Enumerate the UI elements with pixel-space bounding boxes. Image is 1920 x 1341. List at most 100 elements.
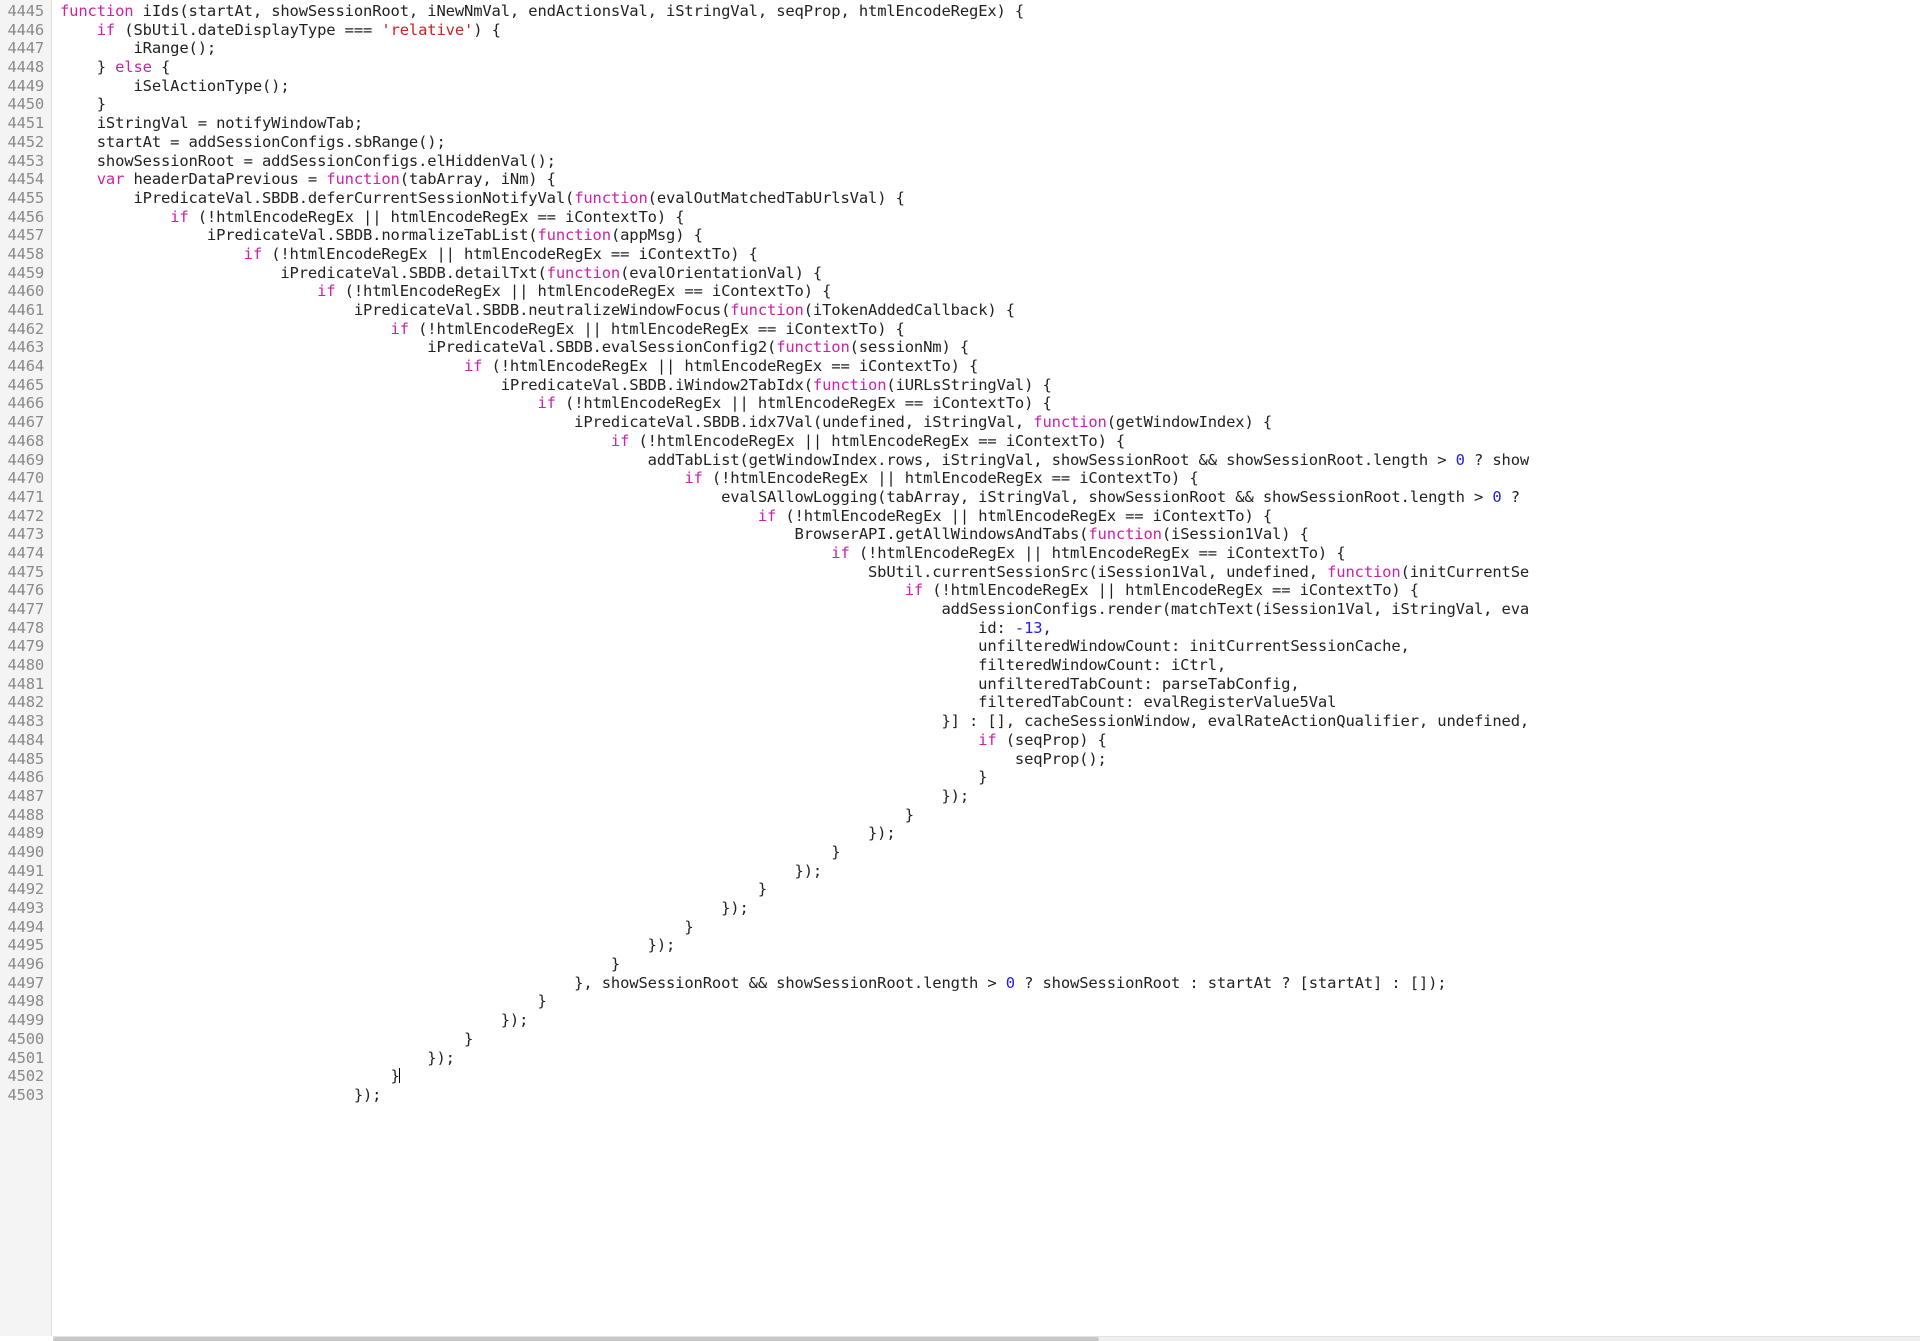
code-line[interactable]: filteredTabCount: evalRegisterValue5Val: [60, 693, 1920, 712]
code-line[interactable]: if (!htmlEncodeRegEx || htmlEncodeRegEx …: [60, 469, 1920, 488]
code-line[interactable]: if (!htmlEncodeRegEx || htmlEncodeRegEx …: [60, 581, 1920, 600]
code-line[interactable]: if (!htmlEncodeRegEx || htmlEncodeRegEx …: [60, 282, 1920, 301]
code-line[interactable]: var headerDataPrevious = function(tabArr…: [60, 170, 1920, 189]
code-token-plain: (!htmlEncodeRegEx || htmlEncodeRegEx == …: [923, 581, 1419, 600]
line-number: 4451: [7, 114, 44, 133]
code-token-plain: {: [151, 58, 171, 77]
code-line[interactable]: iPredicateVal.SBDB.detailTxt(function(ev…: [60, 264, 1920, 283]
code-token-kw: else: [115, 58, 152, 77]
code-line[interactable]: seqProp();: [60, 750, 1920, 769]
code-token-num: 0: [1005, 973, 1015, 992]
code-line[interactable]: if (!htmlEncodeRegEx || htmlEncodeRegEx …: [60, 394, 1920, 413]
code-line[interactable]: iPredicateVal.SBDB.iWindow2TabIdx(functi…: [60, 376, 1920, 395]
code-line[interactable]: }: [60, 95, 1920, 114]
code-line[interactable]: addSessionConfigs.render(matchText(iSess…: [60, 600, 1920, 619]
code-line[interactable]: addTabList(getWindowIndex.rows, iStringV…: [60, 451, 1920, 470]
code-token-plain: BrowserAPI.getAllWindowsAndTabs(: [60, 525, 1089, 544]
code-line[interactable]: iPredicateVal.SBDB.normalizeTabList(func…: [60, 226, 1920, 245]
code-token-plain: iSelActionType();: [60, 76, 290, 95]
code-token-kw: function: [812, 375, 887, 394]
code-line[interactable]: if (!htmlEncodeRegEx || htmlEncodeRegEx …: [60, 507, 1920, 526]
code-line[interactable]: }: [60, 843, 1920, 862]
line-number: 4493: [7, 899, 44, 917]
code-line[interactable]: });: [60, 862, 1920, 881]
line-number: 4469: [7, 450, 44, 469]
code-line[interactable]: if (!htmlEncodeRegEx || htmlEncodeRegEx …: [60, 432, 1920, 451]
code-line[interactable]: });: [60, 1086, 1920, 1105]
horizontal-scrollbar[interactable]: [53, 1336, 1920, 1341]
code-line[interactable]: }: [60, 1030, 1920, 1049]
code-line[interactable]: showSessionRoot = addSessionConfigs.elHi…: [60, 152, 1920, 171]
line-number: 4461: [7, 301, 44, 319]
code-token-kw: if: [537, 394, 556, 413]
code-token-plain: });: [60, 824, 896, 843]
line-number: 4459: [7, 263, 44, 282]
code-token-plain: id:: [60, 618, 1015, 637]
code-line[interactable]: });: [60, 787, 1920, 806]
code-line[interactable]: iStringVal = notifyWindowTab;: [60, 114, 1920, 133]
code-line[interactable]: });: [60, 824, 1920, 843]
code-token-plain: ? show: [1464, 450, 1530, 469]
code-line[interactable]: iPredicateVal.SBDB.evalSessionConfig2(fu…: [60, 338, 1920, 357]
code-line[interactable]: }: [60, 918, 1920, 937]
code-line[interactable]: }: [60, 992, 1920, 1011]
code-line[interactable]: if (!htmlEncodeRegEx || htmlEncodeRegEx …: [60, 208, 1920, 227]
code-line[interactable]: if (!htmlEncodeRegEx || htmlEncodeRegEx …: [60, 245, 1920, 264]
code-line[interactable]: }: [60, 768, 1920, 787]
code-line[interactable]: SbUtil.currentSessionSrc(iSession1Val, u…: [60, 563, 1920, 582]
code-line[interactable]: unfilteredTabCount: parseTabConfig,: [60, 675, 1920, 694]
code-line[interactable]: }, showSessionRoot && showSessionRoot.le…: [60, 974, 1920, 993]
code-line[interactable]: startAt = addSessionConfigs.sbRange();: [60, 133, 1920, 152]
code-editor[interactable]: 4445 4446 4447 4448 4449 4450 4451 4452 4453 4454…: [0, 0, 1920, 1341]
code-token-num: 0: [1455, 450, 1465, 469]
code-line[interactable]: function iIds(startAt, showSessionRoot, …: [60, 2, 1920, 21]
code-token-plain: iIds(startAt, showSessionRoot, iNewNmVal…: [133, 2, 1025, 20]
line-number: 4455: [7, 188, 44, 207]
code-line[interactable]: });: [60, 1049, 1920, 1068]
code-line[interactable]: }: [60, 806, 1920, 825]
code-line[interactable]: }: [60, 955, 1920, 974]
code-line[interactable]: iPredicateVal.SBDB.neutralizeWindowFocus…: [60, 301, 1920, 320]
code-token-plain: (!htmlEncodeRegEx || htmlEncodeRegEx == …: [335, 282, 832, 301]
code-lines-container[interactable]: function iIds(startAt, showSessionRoot, …: [52, 0, 1920, 1336]
code-token-plain: }: [60, 58, 116, 77]
code-line[interactable]: if (seqProp) {: [60, 731, 1920, 750]
code-line[interactable]: }: [60, 1067, 1920, 1086]
code-line[interactable]: });: [60, 899, 1920, 918]
code-line[interactable]: iRange();: [60, 39, 1920, 58]
code-line[interactable]: }: [60, 880, 1920, 899]
editor-code-area[interactable]: 4445 4446 4447 4448 4449 4450 4451 4452 4453 4454…: [0, 0, 1920, 1341]
code-token-plain: (getWindowIndex) {: [1106, 413, 1273, 432]
code-token-plain: (evalOrientationVal) {: [620, 263, 823, 282]
code-line[interactable]: unfilteredWindowCount: initCurrentSessio…: [60, 637, 1920, 656]
code-line[interactable]: if (SbUtil.dateDisplayType === 'relative…: [60, 21, 1920, 40]
horizontal-scrollbar-thumb[interactable]: [53, 1337, 1099, 1341]
code-token-plain: ) {: [473, 20, 501, 39]
code-line[interactable]: BrowserAPI.getAllWindowsAndTabs(function…: [60, 525, 1920, 544]
code-line[interactable]: if (!htmlEncodeRegEx || htmlEncodeRegEx …: [60, 544, 1920, 563]
code-line[interactable]: iPredicateVal.SBDB.deferCurrentSessionNo…: [60, 189, 1920, 208]
code-line[interactable]: });: [60, 1011, 1920, 1030]
code-line[interactable]: }] : [], cacheSessionWindow, evalRateAct…: [60, 712, 1920, 731]
code-line[interactable]: id: -13,: [60, 619, 1920, 638]
code-line[interactable]: evalSAllowLogging(tabArray, iStringVal, …: [60, 488, 1920, 507]
code-line[interactable]: if (!htmlEncodeRegEx || htmlEncodeRegEx …: [60, 320, 1920, 339]
code-line[interactable]: iPredicateVal.SBDB.idx7Val(undefined, iS…: [60, 413, 1920, 432]
code-line[interactable]: if (!htmlEncodeRegEx || htmlEncodeRegEx …: [60, 357, 1920, 376]
code-line[interactable]: } else {: [60, 58, 1920, 77]
line-number: 4447: [7, 39, 44, 58]
code-token-plain: iPredicateVal.SBDB.idx7Val(undefined, iS…: [60, 413, 1034, 432]
code-token-plain: }: [60, 1029, 474, 1048]
line-number: 4471: [7, 487, 44, 506]
code-line[interactable]: iSelActionType();: [60, 77, 1920, 96]
line-number: 4456: [7, 207, 44, 226]
code-token-plain: iStringVal = notifyWindowTab;: [60, 114, 363, 133]
line-number: 4475: [7, 562, 44, 581]
code-token-plain: }] : [], cacheSessionWindow, evalRateAct…: [60, 712, 1530, 731]
line-number: 4470: [7, 469, 44, 488]
code-token-plain: }: [60, 992, 547, 1011]
code-line[interactable]: });: [60, 936, 1920, 955]
code-line[interactable]: filteredWindowCount: iCtrl,: [60, 656, 1920, 675]
